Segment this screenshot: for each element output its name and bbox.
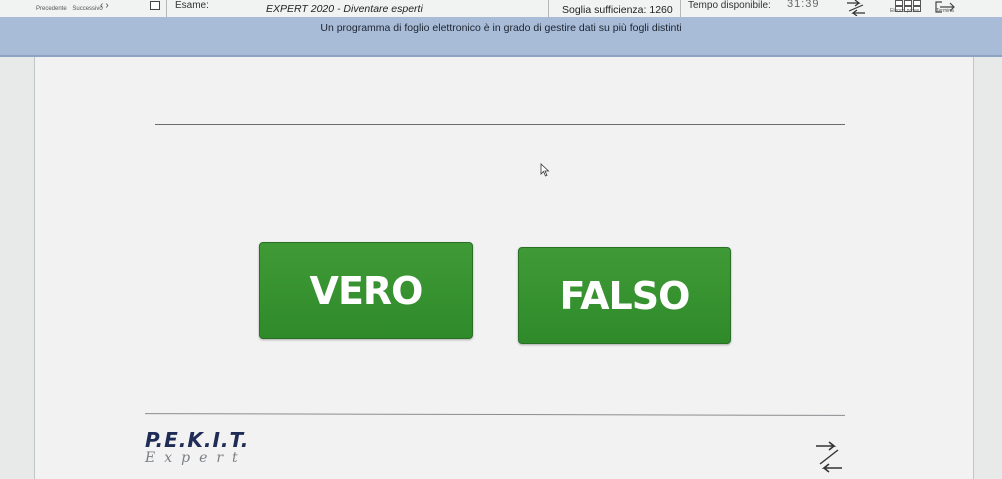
exam-label: Esame: (175, 0, 209, 11)
flag-checkbox[interactable] (150, 1, 160, 10)
answer-false-label: FALSO (559, 273, 691, 318)
chevron-right-icon[interactable]: › (105, 0, 110, 11)
prev-button-label[interactable]: Precedente (36, 6, 67, 12)
logo-main-text: P.E.K.I.T. (145, 428, 250, 452)
swap-arrows-icon[interactable] (812, 440, 846, 479)
answer-true-button[interactable]: VERO (259, 242, 473, 339)
divider-line (155, 124, 845, 125)
threshold-text: Soglia sufficienza: 1260 (562, 4, 673, 16)
nav-arrows: ‹› (100, 0, 111, 11)
nav-labels: Precedente Successivo (36, 6, 107, 12)
time-label: Tempo disponibile: (688, 0, 771, 11)
answer-false-button[interactable]: FALSO (518, 247, 731, 344)
next-button-label[interactable]: Successivo (72, 6, 102, 12)
pekit-logo: P.E.K.I.T. Expert (145, 428, 249, 466)
list-label: Elenco prove (890, 8, 920, 14)
divider (548, 0, 549, 17)
end-label: Termina (936, 8, 954, 14)
question-band: Un programma di foglio elettronico è in … (0, 17, 1002, 57)
question-text: Un programma di foglio elettronico è in … (320, 22, 682, 34)
time-remaining: 31:39 (787, 0, 820, 10)
top-toolbar: Precedente Successivo ‹› Esame: EXPERT 2… (0, 0, 1002, 18)
logo-sub-text: Expert (145, 450, 247, 466)
answer-true-label: VERO (309, 268, 424, 313)
exam-name: EXPERT 2020 - Diventare esperti (266, 3, 423, 15)
divider (166, 0, 167, 17)
divider (680, 0, 681, 17)
mouse-cursor-icon (540, 163, 550, 182)
